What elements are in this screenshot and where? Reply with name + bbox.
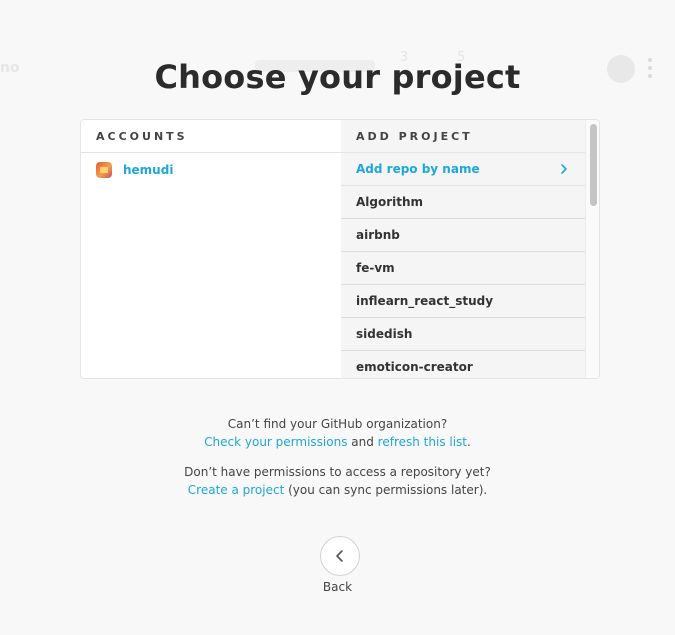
scrollbar-thumb[interactable] — [590, 124, 597, 206]
accounts-column: ACCOUNTS hemudi — [81, 120, 341, 378]
permissions-help-text: Don’t have permissions to access a repos… — [0, 463, 675, 499]
project-label: sidedish — [356, 327, 413, 341]
back-label: Back — [322, 580, 353, 594]
project-item-sidedish[interactable]: sidedish — [341, 318, 585, 351]
org-help-text: Can’t find your GitHub organization? Che… — [0, 415, 675, 451]
refresh-list-link[interactable]: refresh this list — [378, 435, 467, 449]
chevron-right-icon — [561, 164, 567, 174]
help-period: . — [467, 435, 471, 449]
page-title: Choose your project — [154, 58, 521, 96]
projects-column: ADD PROJECT Add repo by name Algorithm a… — [341, 120, 585, 378]
sync-note-text: (you can sync permissions later). — [284, 483, 488, 497]
org-help-question: Can’t find your GitHub organization? — [227, 417, 448, 431]
back-button[interactable] — [320, 536, 360, 576]
help-and-text: and — [347, 435, 378, 449]
project-item-fe-vm[interactable]: fe-vm — [341, 252, 585, 285]
accounts-header: ACCOUNTS — [81, 120, 341, 153]
project-picker-panel: ACCOUNTS hemudi ADD PROJECT Add repo by … — [80, 119, 600, 379]
project-label: emoticon-creator — [356, 360, 473, 374]
account-name: hemudi — [123, 162, 174, 177]
account-avatar — [96, 161, 112, 178]
project-item-inflearn-react-study[interactable]: inflearn_react_study — [341, 285, 585, 318]
add-project-header: ADD PROJECT — [341, 120, 585, 153]
project-label: inflearn_react_study — [356, 294, 494, 308]
project-item-emoticon-creator[interactable]: emoticon-creator — [341, 351, 585, 378]
add-repo-by-name-button[interactable]: Add repo by name — [341, 153, 585, 186]
project-label: fe-vm — [356, 261, 395, 275]
project-label: Algorithm — [356, 195, 424, 209]
permissions-help-actions: Create a project (you can sync permissio… — [0, 481, 675, 499]
create-project-link[interactable]: Create a project — [188, 483, 285, 497]
org-help-actions: Check your permissions and refresh this … — [0, 433, 675, 451]
check-permissions-link[interactable]: Check your permissions — [204, 435, 347, 449]
project-label: airbnb — [356, 228, 400, 242]
project-item-airbnb[interactable]: airbnb — [341, 219, 585, 252]
permissions-help-question: Don’t have permissions to access a repos… — [184, 465, 491, 479]
project-item-algorithm[interactable]: Algorithm — [341, 186, 585, 219]
account-item-hemudi[interactable]: hemudi — [81, 153, 341, 186]
add-repo-by-name-label: Add repo by name — [356, 162, 480, 176]
chevron-left-icon — [336, 550, 343, 562]
projects-scrollbar[interactable] — [585, 120, 599, 378]
